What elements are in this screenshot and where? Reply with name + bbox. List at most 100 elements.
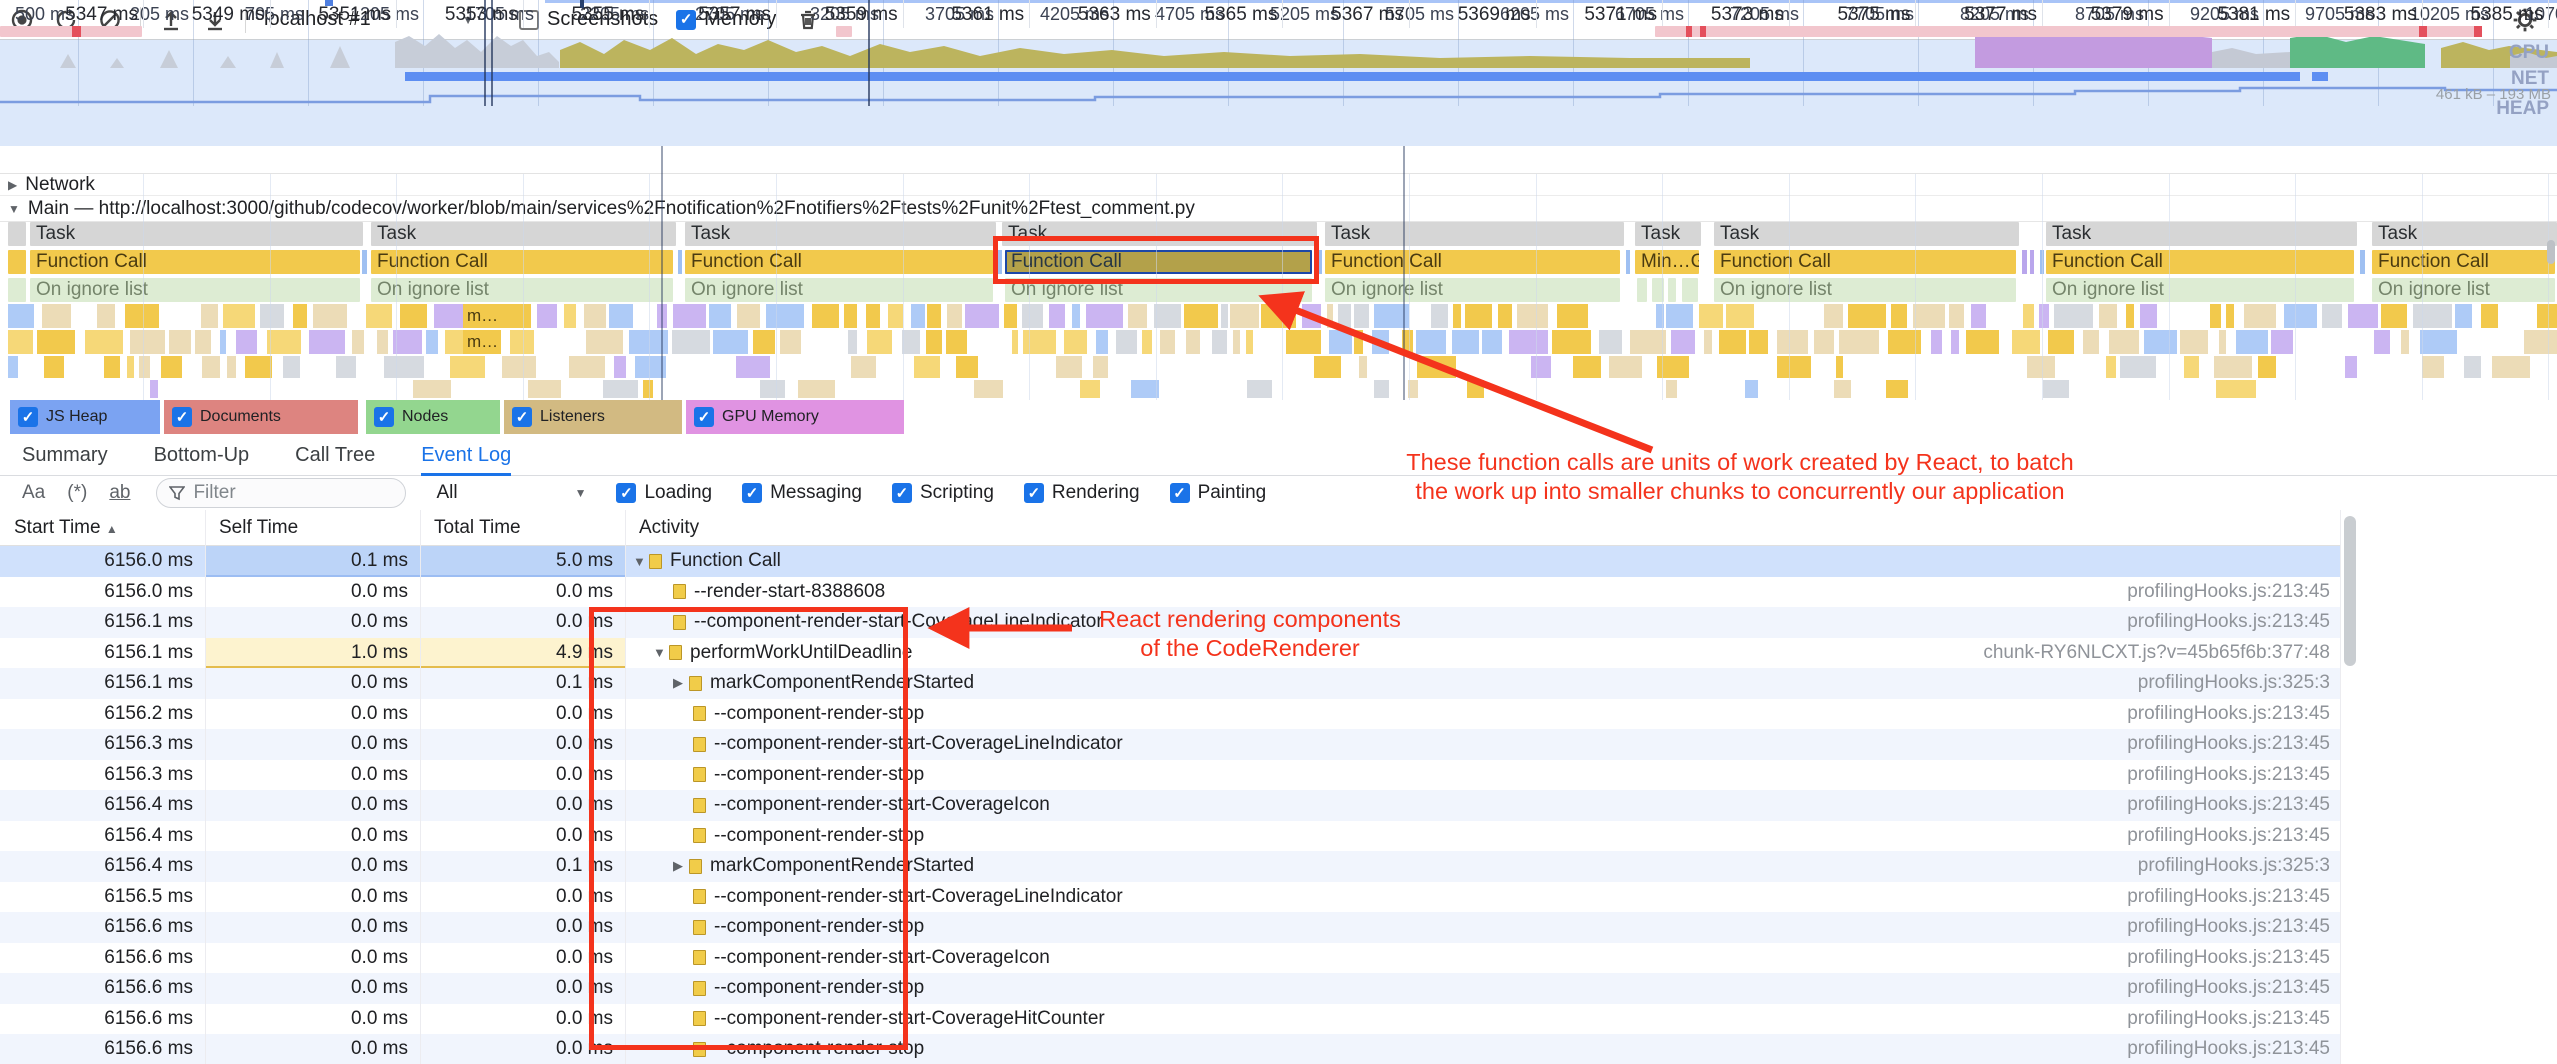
- collapse-down-icon[interactable]: ▼: [653, 645, 669, 660]
- source-location-link[interactable]: profilingHooks.js:213:45: [2127, 764, 2340, 786]
- legend-checkbox-js-heap[interactable]: ✓JS Heap: [10, 400, 160, 434]
- flame-deep-block: [2120, 356, 2157, 378]
- flame-bar-function-call[interactable]: Function Call: [30, 250, 360, 274]
- flame-bar-on-ignore-list[interactable]: On ignore list: [1714, 278, 2016, 302]
- source-location-link[interactable]: chunk-RY6NLCXT.js?v=45b65f6b:377:48: [1983, 642, 2340, 664]
- source-location-link[interactable]: profilingHooks.js:213:45: [2127, 703, 2340, 725]
- tab-summary[interactable]: Summary: [22, 434, 108, 476]
- source-location-link[interactable]: profilingHooks.js:213:45: [2127, 611, 2340, 633]
- flame-bar-function-call[interactable]: Function Call: [2046, 250, 2354, 274]
- expand-right-icon[interactable]: ▶: [673, 675, 689, 691]
- flame-bar-task[interactable]: Task: [1325, 222, 1624, 246]
- category-checkbox-loading[interactable]: ✓Loading: [616, 482, 712, 504]
- table-row[interactable]: 6156.3 ms0.0 ms0.0 ms--component-render-…: [0, 729, 2340, 760]
- column-header-total-time[interactable]: Total Time: [420, 517, 625, 539]
- source-location-link[interactable]: profilingHooks.js:325:3: [2138, 672, 2340, 694]
- flame-bar-task[interactable]: [8, 222, 26, 246]
- flame-bar-on-ignore-list[interactable]: On ignore list: [30, 278, 360, 302]
- duration-filter-select[interactable]: All ▼: [436, 482, 586, 504]
- event-color-swatch: [669, 645, 682, 660]
- flame-bar-on-ignore-list[interactable]: On ignore list: [1325, 278, 1620, 302]
- table-row[interactable]: 6156.0 ms0.1 ms5.0 ms▼Function Call: [0, 546, 2340, 577]
- flame-bar-function-call[interactable]: Min…GC: [1635, 250, 1699, 274]
- legend-checkbox-nodes[interactable]: ✓Nodes: [366, 400, 500, 434]
- flame-bar-function-call[interactable]: Function Call: [1005, 250, 1312, 274]
- match-case-button[interactable]: Aa: [22, 482, 45, 504]
- table-row[interactable]: 6156.3 ms0.0 ms0.0 ms--component-render-…: [0, 760, 2340, 791]
- tab-call-tree[interactable]: Call Tree: [295, 434, 375, 476]
- flame-bar-task[interactable]: Task: [2372, 222, 2557, 246]
- cell-start-time: 6156.4 ms: [0, 790, 205, 821]
- timeline-overview[interactable]: 500 ms205 ms705 ms1205 ms1705 ms2205 ms2…: [0, 40, 2557, 146]
- column-header-self-time[interactable]: Self Time: [205, 517, 420, 539]
- tab-event-log[interactable]: Event Log: [421, 434, 511, 476]
- legend-checkbox-listeners[interactable]: ✓Listeners: [504, 400, 682, 434]
- flame-bar-task[interactable]: Task: [1635, 222, 1701, 246]
- flame-bar-function-call[interactable]: Function Call: [1714, 250, 2016, 274]
- flame-chart[interactable]: TaskTaskTaskTaskTaskTaskTaskTaskTaskFunc…: [0, 222, 2557, 400]
- flame-bar-function-call[interactable]: Function Call: [2372, 250, 2555, 274]
- source-location-link[interactable]: profilingHooks.js:213:45: [2127, 916, 2340, 938]
- flame-deep-bar[interactable]: m…: [463, 304, 501, 328]
- flame-bar-task[interactable]: Task: [1002, 222, 1317, 246]
- flame-bar-on-ignore-list[interactable]: On ignore list: [2372, 278, 2555, 302]
- table-scrollbar-thumb[interactable]: [2344, 516, 2356, 666]
- flame-bar-on-ignore-list[interactable]: On ignore list: [2046, 278, 2354, 302]
- table-row[interactable]: 6156.6 ms0.0 ms0.0 ms--component-render-…: [0, 912, 2340, 943]
- devtools-performance-panel: localhost #1 ▼ Screenshots ✓ Memory 500 …: [0, 0, 2557, 1064]
- flame-bar-function-call[interactable]: Function Call: [685, 250, 993, 274]
- match-whole-word-button[interactable]: ab: [109, 482, 130, 504]
- flame-scrollbar-thumb[interactable]: [2547, 240, 2555, 264]
- regex-button[interactable]: (*): [67, 482, 87, 504]
- source-location-link[interactable]: profilingHooks.js:213:45: [2127, 886, 2340, 908]
- table-row[interactable]: 6156.4 ms0.0 ms0.0 ms--component-render-…: [0, 821, 2340, 852]
- table-row[interactable]: 6156.1 ms0.0 ms0.1 ms▶markComponentRende…: [0, 668, 2340, 699]
- source-location-link[interactable]: profilingHooks.js:213:45: [2127, 794, 2340, 816]
- flame-deep-block: [713, 330, 748, 354]
- source-location-link[interactable]: profilingHooks.js:213:45: [2127, 825, 2340, 847]
- main-track-row[interactable]: ▼ Main — http://localhost:3000/github/co…: [0, 196, 2557, 222]
- table-row[interactable]: 6156.2 ms0.0 ms0.0 ms--component-render-…: [0, 699, 2340, 730]
- flame-bar-on-ignore-list[interactable]: [8, 278, 26, 302]
- source-location-link[interactable]: profilingHooks.js:213:45: [2127, 1038, 2340, 1060]
- legend-checkbox-gpu-memory[interactable]: ✓GPU Memory: [686, 400, 904, 434]
- source-location-link[interactable]: profilingHooks.js:213:45: [2127, 1008, 2340, 1030]
- table-row[interactable]: 6156.6 ms0.0 ms0.0 ms--component-render-…: [0, 1034, 2340, 1064]
- flame-bar-function-call[interactable]: [8, 250, 26, 274]
- flame-bar-function-call[interactable]: Function Call: [1325, 250, 1620, 274]
- column-header-activity[interactable]: Activity: [625, 517, 2340, 539]
- network-track-row[interactable]: ▶ Network: [0, 174, 2557, 196]
- filter-input[interactable]: Filter: [156, 478, 406, 508]
- source-location-link[interactable]: profilingHooks.js:213:45: [2127, 581, 2340, 603]
- source-location-link[interactable]: profilingHooks.js:213:45: [2127, 947, 2340, 969]
- source-location-link[interactable]: profilingHooks.js:213:45: [2127, 977, 2340, 999]
- table-row[interactable]: 6156.6 ms0.0 ms0.0 ms--component-render-…: [0, 1004, 2340, 1035]
- category-checkbox-messaging[interactable]: ✓Messaging: [742, 482, 862, 504]
- table-row[interactable]: 6156.4 ms0.0 ms0.1 ms▶markComponentRende…: [0, 851, 2340, 882]
- flame-deep-block: [2039, 304, 2049, 328]
- collapse-down-icon[interactable]: ▼: [633, 554, 649, 569]
- flame-bar-task[interactable]: Task: [30, 222, 363, 246]
- legend-checkbox-documents[interactable]: ✓Documents: [164, 400, 358, 434]
- flame-bar-on-ignore-list[interactable]: On ignore list: [685, 278, 993, 302]
- category-checkbox-scripting[interactable]: ✓Scripting: [892, 482, 994, 504]
- flame-bar-task[interactable]: Task: [685, 222, 996, 246]
- category-checkbox-rendering[interactable]: ✓Rendering: [1024, 482, 1140, 504]
- table-row[interactable]: 6156.6 ms0.0 ms0.0 ms--component-render-…: [0, 973, 2340, 1004]
- flame-deep-block: [1931, 330, 1942, 354]
- flame-deep-block: [2109, 330, 2139, 354]
- source-location-link[interactable]: profilingHooks.js:213:45: [2127, 733, 2340, 755]
- expand-right-icon[interactable]: ▶: [673, 858, 689, 874]
- flame-bar-on-ignore-list[interactable]: On ignore list: [1005, 278, 1312, 302]
- flame-bar-task[interactable]: Task: [2046, 222, 2357, 246]
- column-header-start-time[interactable]: Start Time ▲: [0, 517, 205, 539]
- table-row[interactable]: 6156.4 ms0.0 ms0.0 ms--component-render-…: [0, 790, 2340, 821]
- flame-deep-bar[interactable]: m…: [463, 330, 501, 354]
- tab-bottom-up[interactable]: Bottom-Up: [154, 434, 250, 476]
- table-row[interactable]: 6156.0 ms0.0 ms0.0 ms--render-start-8388…: [0, 577, 2340, 608]
- flame-bar-task[interactable]: Task: [1714, 222, 2019, 246]
- table-row[interactable]: 6156.5 ms0.0 ms0.0 ms--component-render-…: [0, 882, 2340, 913]
- source-location-link[interactable]: profilingHooks.js:325:3: [2138, 855, 2340, 877]
- table-row[interactable]: 6156.6 ms0.0 ms0.0 ms--component-render-…: [0, 943, 2340, 974]
- category-checkbox-painting[interactable]: ✓Painting: [1170, 482, 1267, 504]
